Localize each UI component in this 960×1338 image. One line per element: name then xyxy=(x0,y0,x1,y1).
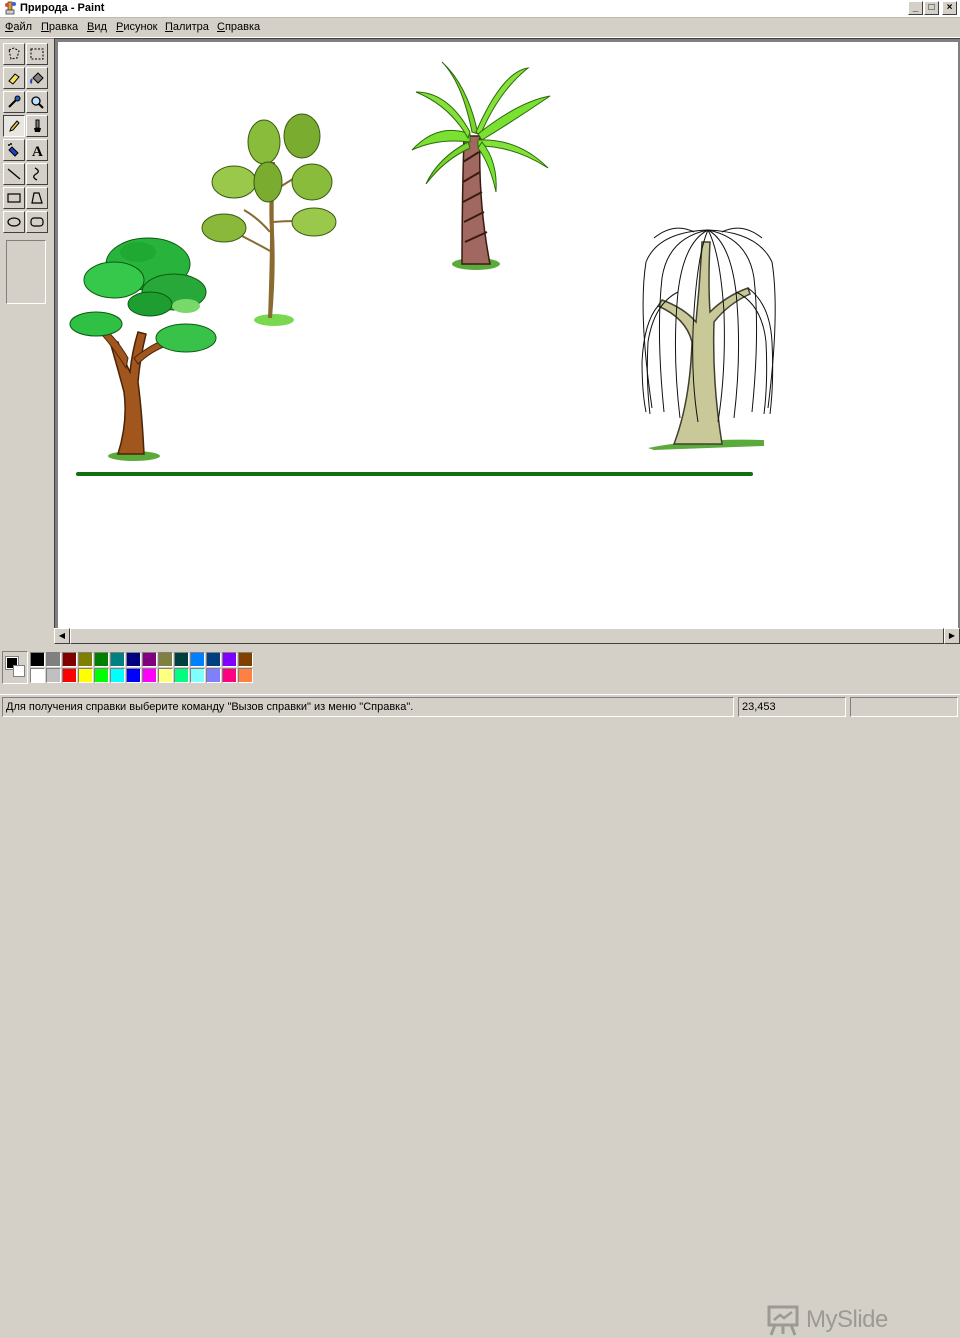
canvas-area xyxy=(54,38,960,628)
tool-options-panel[interactable] xyxy=(6,240,46,304)
palette-swatch-bottom-2[interactable] xyxy=(62,668,77,683)
palette-swatch-bottom-6[interactable] xyxy=(126,668,141,683)
status-selection-size xyxy=(850,697,958,717)
palette-swatch-top-12[interactable] xyxy=(222,652,237,667)
rectangle-icon xyxy=(7,193,21,203)
toolbox: A xyxy=(0,40,52,650)
background-color xyxy=(13,665,25,677)
tool-ellipse[interactable] xyxy=(3,211,25,233)
palette-swatch-bottom-10[interactable] xyxy=(190,668,205,683)
menu-view[interactable]: Вид xyxy=(87,21,107,33)
palette-swatch-top-13[interactable] xyxy=(238,652,253,667)
rounded-rect-icon xyxy=(30,217,44,227)
tool-text[interactable]: A xyxy=(26,139,48,161)
tool-polygon[interactable] xyxy=(26,187,48,209)
palette-swatch-bottom-4[interactable] xyxy=(94,668,109,683)
palette-swatch-bottom-8[interactable] xyxy=(158,668,173,683)
sapling-drawing xyxy=(201,113,337,326)
palette-swatch-bottom-5[interactable] xyxy=(110,668,125,683)
scroll-right-button[interactable]: ▶ xyxy=(944,628,960,644)
free-select-icon xyxy=(8,47,20,60)
palette-swatch-top-7[interactable] xyxy=(142,652,157,667)
palette-swatch-top-3[interactable] xyxy=(78,652,93,667)
maximize-button[interactable]: □ xyxy=(924,1,939,15)
palette-swatch-top-6[interactable] xyxy=(126,652,141,667)
menu-colors[interactable]: Палитра xyxy=(165,21,209,33)
watermark-text: MySlide xyxy=(806,1306,888,1333)
tool-free-select[interactable] xyxy=(3,43,25,65)
magnifier-icon xyxy=(31,96,44,109)
palette-swatch-bottom-0[interactable] xyxy=(30,668,45,683)
tool-line[interactable] xyxy=(3,163,25,185)
presentation-board-icon xyxy=(767,1305,799,1336)
minimize-button[interactable]: _ xyxy=(908,1,923,15)
ellipse-icon xyxy=(7,217,21,227)
status-coordinates: 23,453 xyxy=(738,697,846,717)
scroll-left-button[interactable]: ◀ xyxy=(54,628,70,644)
tool-airbrush[interactable] xyxy=(3,139,25,161)
broadleaf-tree-drawing xyxy=(69,237,217,461)
title-bar[interactable]: Природа - Paint _ □ × xyxy=(0,0,960,18)
tool-pick-color[interactable] xyxy=(3,91,25,113)
palette-swatch-bottom-3[interactable] xyxy=(78,668,93,683)
tool-magnifier[interactable] xyxy=(26,91,48,113)
pencil-icon xyxy=(9,120,20,132)
palette-swatch-top-9[interactable] xyxy=(174,652,189,667)
svg-text:A: A xyxy=(32,144,43,158)
brush-icon xyxy=(34,119,41,132)
color-palette: MySlide xyxy=(0,646,960,1336)
status-help-text: Для получения справки выберите команду "… xyxy=(2,697,734,717)
palette-swatch-top-11[interactable] xyxy=(206,652,221,667)
palm-tree-drawing xyxy=(411,61,551,270)
drawing-canvas[interactable] xyxy=(58,42,958,628)
tool-rounded-rect[interactable] xyxy=(26,211,48,233)
menu-help[interactable]: Справка xyxy=(217,21,260,33)
menu-image[interactable]: Рисунок xyxy=(116,21,158,33)
tool-rect-select[interactable] xyxy=(26,43,48,65)
palette-swatch-top-5[interactable] xyxy=(110,652,125,667)
paint-window: Природа - Paint _ □ × Файл Правка Вид Ри… xyxy=(0,0,960,1336)
palette-swatch-top-2[interactable] xyxy=(62,652,77,667)
color-picker-icon xyxy=(8,95,21,108)
horizontal-scrollbar[interactable]: ◀ ▶ xyxy=(54,628,960,644)
close-button[interactable]: × xyxy=(942,1,957,15)
willow-tree-drawing xyxy=(641,227,776,450)
airbrush-icon xyxy=(8,143,19,157)
eraser-icon xyxy=(8,73,20,85)
current-colors xyxy=(2,651,28,684)
palette-swatch-bottom-9[interactable] xyxy=(174,668,189,683)
palette-swatch-bottom-11[interactable] xyxy=(206,668,221,683)
text-icon: A xyxy=(32,144,43,158)
tool-eraser[interactable] xyxy=(3,67,25,89)
palette-swatch-top-8[interactable] xyxy=(158,652,173,667)
fill-bucket-icon xyxy=(30,72,44,84)
line-icon xyxy=(7,168,21,180)
tool-fill[interactable] xyxy=(26,67,48,89)
tool-curve[interactable] xyxy=(26,163,48,185)
polygon-icon xyxy=(31,192,43,204)
palette-swatch-top-10[interactable] xyxy=(190,652,205,667)
tool-pencil[interactable] xyxy=(3,115,25,137)
tool-brush[interactable] xyxy=(26,115,48,137)
palette-swatch-bottom-1[interactable] xyxy=(46,668,61,683)
palette-swatch-bottom-13[interactable] xyxy=(238,668,253,683)
horizontal-scroll-thumb[interactable] xyxy=(70,628,944,644)
palette-swatch-top-0[interactable] xyxy=(30,652,45,667)
palette-swatch-bottom-7[interactable] xyxy=(142,668,157,683)
tool-rectangle[interactable] xyxy=(3,187,25,209)
curve-icon xyxy=(33,167,39,181)
rect-select-icon xyxy=(30,48,44,60)
status-bar: Для получения справки выберите команду "… xyxy=(0,694,960,720)
palette-swatch-top-4[interactable] xyxy=(94,652,109,667)
menu-edit[interactable]: Правка xyxy=(41,21,78,33)
window-title: Природа - Paint xyxy=(20,2,105,14)
paint-app-icon xyxy=(5,1,16,15)
palette-swatch-bottom-12[interactable] xyxy=(222,668,237,683)
menu-file[interactable]: Файл xyxy=(5,21,32,33)
myslide-watermark: MySlide xyxy=(766,1302,936,1338)
menu-bar: Файл Правка Вид Рисунок Палитра Справка xyxy=(0,18,960,38)
palette-swatch-top-1[interactable] xyxy=(46,652,61,667)
